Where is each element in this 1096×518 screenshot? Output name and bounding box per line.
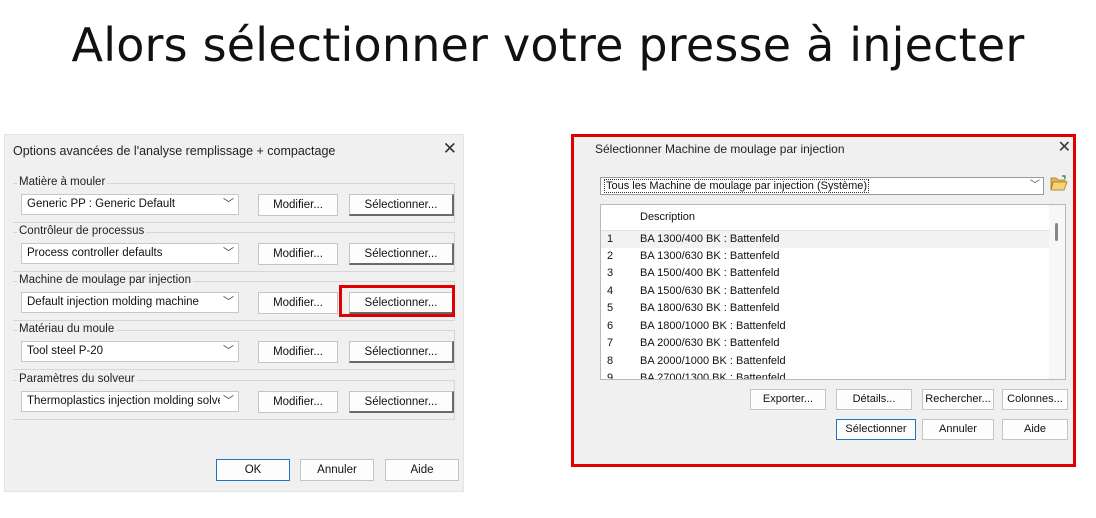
modify-button[interactable]: Modifier... bbox=[258, 391, 338, 413]
highlight-box bbox=[571, 134, 1076, 467]
highlight-box bbox=[339, 285, 455, 317]
select-button[interactable]: Sélectionner... bbox=[349, 243, 454, 265]
solver-parameters-select[interactable]: Thermoplastics injection molding solve ﹀ bbox=[21, 391, 239, 412]
group-molding-material: Matière à mouler Generic PP : Generic De… bbox=[13, 176, 455, 223]
help-button[interactable]: Aide bbox=[385, 459, 459, 481]
chevron-down-icon: ﹀ bbox=[220, 195, 234, 214]
group-process-controller: Contrôleur de processus Process controll… bbox=[13, 225, 455, 272]
group-label: Paramètres du solveur bbox=[17, 373, 137, 385]
close-icon[interactable]: ✕ bbox=[443, 139, 457, 159]
group-solver-parameters: Paramètres du solveur Thermoplastics inj… bbox=[13, 373, 455, 420]
chevron-down-icon: ﹀ bbox=[220, 342, 234, 361]
chevron-down-icon: ﹀ bbox=[220, 392, 234, 411]
modify-button[interactable]: Modifier... bbox=[258, 194, 338, 216]
select-button[interactable]: Sélectionner... bbox=[349, 341, 454, 363]
modify-button[interactable]: Modifier... bbox=[258, 243, 338, 265]
molding-material-select[interactable]: Generic PP : Generic Default ﹀ bbox=[21, 194, 239, 215]
group-label: Machine de moulage par injection bbox=[17, 274, 193, 286]
chevron-down-icon: ﹀ bbox=[220, 293, 234, 312]
group-label: Matière à mouler bbox=[17, 176, 108, 188]
slide-title: Alors sélectionner votre presse à inject… bbox=[71, 18, 1025, 72]
ok-button[interactable]: OK bbox=[216, 459, 290, 481]
select-button[interactable]: Sélectionner... bbox=[349, 194, 454, 216]
modify-button[interactable]: Modifier... bbox=[258, 292, 338, 314]
chevron-down-icon: ﹀ bbox=[220, 244, 234, 263]
modify-button[interactable]: Modifier... bbox=[258, 341, 338, 363]
injection-machine-select[interactable]: Default injection molding machine ﹀ bbox=[21, 292, 239, 313]
mold-material-select[interactable]: Tool steel P-20 ﹀ bbox=[21, 341, 239, 362]
group-label: Matériau du moule bbox=[17, 323, 117, 335]
group-mold-material: Matériau du moule Tool steel P-20 ﹀ Modif… bbox=[13, 323, 455, 370]
select-button[interactable]: Sélectionner... bbox=[349, 391, 454, 413]
group-label: Contrôleur de processus bbox=[17, 225, 147, 237]
process-controller-select[interactable]: Process controller defaults ﹀ bbox=[21, 243, 239, 264]
cancel-button[interactable]: Annuler bbox=[300, 459, 374, 481]
dialog-title: Options avancées de l'analyse remplissag… bbox=[13, 144, 336, 158]
